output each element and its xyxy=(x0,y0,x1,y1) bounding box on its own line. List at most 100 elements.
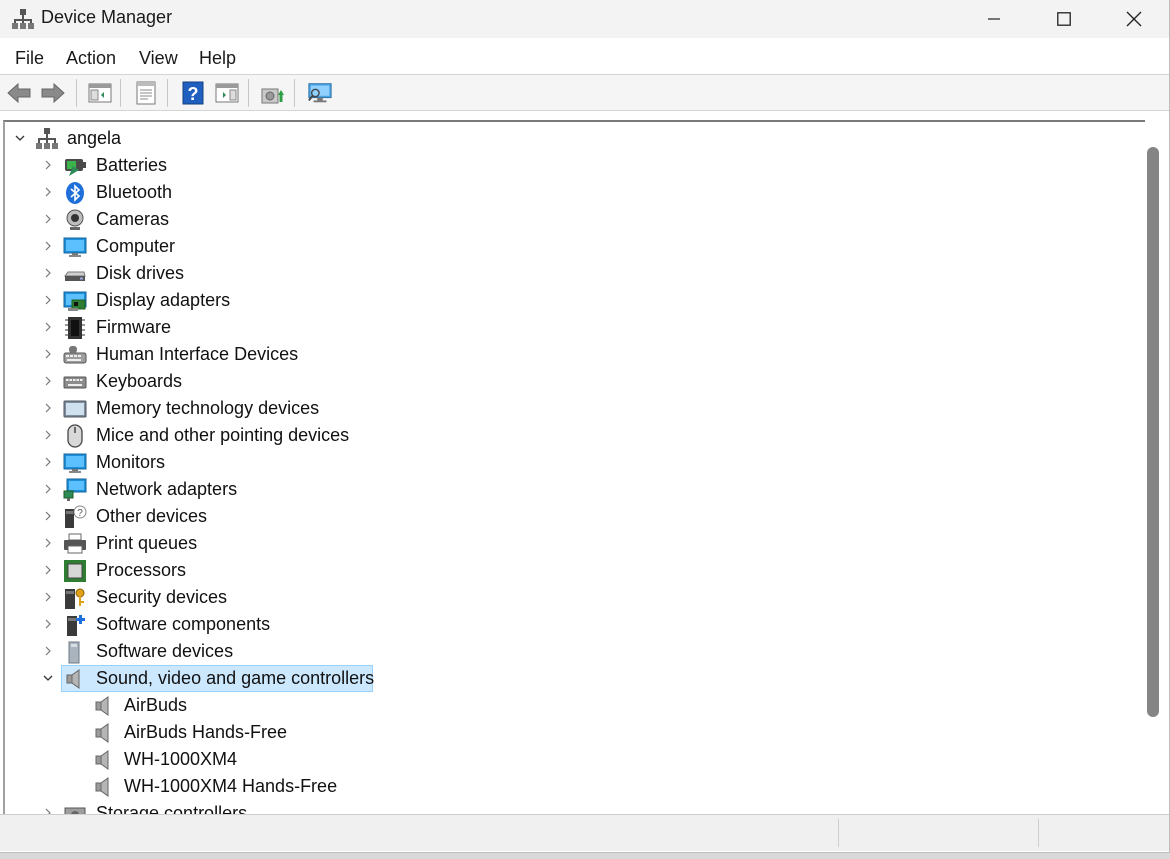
scrollbar-thumb[interactable] xyxy=(1147,147,1159,717)
tree-item-human-interface-devices[interactable]: Human Interface Devices xyxy=(5,341,1135,368)
tree-root-label: angela xyxy=(67,128,122,148)
chevron-right-icon[interactable] xyxy=(42,294,54,306)
show-hide-tree-icon xyxy=(88,83,112,103)
tree-item-label: Human Interface Devices xyxy=(96,344,299,364)
device-manager-app-icon xyxy=(12,9,34,29)
window-title: Device Manager xyxy=(41,7,173,27)
chevron-right-icon[interactable] xyxy=(42,402,54,414)
tree-item-label: Security devices xyxy=(96,587,228,607)
svg-text:?: ? xyxy=(188,84,199,104)
chevron-right-icon[interactable] xyxy=(42,456,54,468)
chevron-right-icon[interactable] xyxy=(42,564,54,576)
chevron-right-icon[interactable] xyxy=(42,645,54,657)
chevron-right-icon[interactable] xyxy=(42,348,54,360)
menu-file[interactable]: File xyxy=(15,48,44,69)
properties-button[interactable] xyxy=(133,80,159,106)
chevron-right-icon[interactable] xyxy=(42,618,54,630)
chevron-right-icon[interactable] xyxy=(42,483,54,495)
chevron-down-icon[interactable] xyxy=(14,132,26,144)
tree-item-label: Bluetooth xyxy=(96,182,173,202)
memory-icon xyxy=(63,400,87,418)
chevron-right-icon[interactable] xyxy=(42,375,54,387)
tree-item-label: Display adapters xyxy=(96,290,231,310)
tree-item-firmware[interactable]: Firmware xyxy=(5,314,1135,341)
status-divider xyxy=(838,819,839,847)
tree-item-software-devices[interactable]: Software devices xyxy=(5,638,1135,665)
help-button[interactable]: ? xyxy=(180,80,206,106)
update-driver-button[interactable] xyxy=(260,80,286,106)
computer-network-icon xyxy=(36,128,58,149)
tree-item-keyboards[interactable]: Keyboards xyxy=(5,368,1135,395)
menu-help[interactable]: Help xyxy=(199,48,236,69)
tree-child-airbuds-hands-free[interactable]: AirBuds Hands-Free xyxy=(5,719,1135,746)
back-arrow-icon xyxy=(7,82,31,104)
toolbar: ? xyxy=(0,75,1169,111)
display-adapter-icon xyxy=(63,291,87,311)
tree-item-disk-drives[interactable]: Disk drives xyxy=(5,260,1135,287)
disk-drive-icon xyxy=(64,271,86,281)
chevron-right-icon[interactable] xyxy=(42,807,54,814)
tree-root[interactable]: angela xyxy=(5,125,1135,152)
software-device-icon xyxy=(68,641,80,664)
chevron-down-icon[interactable] xyxy=(42,672,54,684)
scan-hardware-button[interactable] xyxy=(307,80,333,106)
tree-item-batteries[interactable]: Batteries xyxy=(5,152,1135,179)
minimize-icon xyxy=(988,18,1000,20)
forward-button[interactable] xyxy=(40,80,66,106)
tree-item-sound-video-game-controllers[interactable]: Sound, video and game controllers xyxy=(5,665,1135,692)
tree-item-computer[interactable]: Computer xyxy=(5,233,1135,260)
minimize-button[interactable] xyxy=(959,0,1029,38)
back-button[interactable] xyxy=(6,80,32,106)
maximize-button[interactable] xyxy=(1029,0,1099,38)
chevron-right-icon[interactable] xyxy=(42,240,54,252)
menu-action[interactable]: Action xyxy=(66,48,116,69)
toolbar-separator xyxy=(167,79,168,107)
tree-child-label: AirBuds Hands-Free xyxy=(124,722,288,742)
tree-item-label: Keyboards xyxy=(96,371,183,391)
scan-hardware-icon xyxy=(308,83,332,103)
tree-item-storage-controllers[interactable]: Storage controllers xyxy=(5,800,1135,814)
action-pane-button[interactable] xyxy=(214,80,240,106)
chevron-right-icon[interactable] xyxy=(42,510,54,522)
tree-item-memory-technology-devices[interactable]: Memory technology devices xyxy=(5,395,1135,422)
tree-item-mice[interactable]: Mice and other pointing devices xyxy=(5,422,1135,449)
tree-item-processors[interactable]: Processors xyxy=(5,557,1135,584)
tree-item-monitors[interactable]: Monitors xyxy=(5,449,1135,476)
chevron-right-icon[interactable] xyxy=(42,321,54,333)
menu-view[interactable]: View xyxy=(139,48,178,69)
tree-item-other-devices[interactable]: ? Other devices xyxy=(5,503,1135,530)
vertical-scrollbar[interactable] xyxy=(1145,120,1165,814)
chevron-right-icon[interactable] xyxy=(42,213,54,225)
status-divider xyxy=(1038,819,1039,847)
chevron-right-icon[interactable] xyxy=(42,159,54,171)
tree-child-airbuds[interactable]: AirBuds xyxy=(5,692,1135,719)
device-tree[interactable]: angela Batteries Bluetooth Cameras Compu… xyxy=(3,120,1145,814)
tree-item-cameras[interactable]: Cameras xyxy=(5,206,1135,233)
close-button[interactable] xyxy=(1099,0,1169,38)
tree-item-label: Computer xyxy=(96,236,176,256)
tree-item-label: Storage controllers xyxy=(96,803,248,814)
tree-item-label: Cameras xyxy=(96,209,170,229)
tree-child-wh-1000xm4-hands-free[interactable]: WH-1000XM4 Hands-Free xyxy=(5,773,1135,800)
keyboard-icon xyxy=(63,376,87,389)
tree-child-label: WH-1000XM4 Hands-Free xyxy=(124,776,338,796)
battery-icon xyxy=(65,159,86,176)
tree-item-bluetooth[interactable]: Bluetooth xyxy=(5,179,1135,206)
chevron-right-icon[interactable] xyxy=(42,267,54,279)
tree-child-wh-1000xm4[interactable]: WH-1000XM4 xyxy=(5,746,1135,773)
chevron-right-icon[interactable] xyxy=(42,537,54,549)
chevron-right-icon[interactable] xyxy=(42,429,54,441)
tree-item-print-queues[interactable]: Print queues xyxy=(5,530,1135,557)
tree-item-label: Firmware xyxy=(96,317,171,337)
chevron-right-icon[interactable] xyxy=(42,591,54,603)
tree-item-display-adapters[interactable]: Display adapters xyxy=(5,287,1135,314)
tree-item-network-adapters[interactable]: Network adapters xyxy=(5,476,1135,503)
show-hide-tree-button[interactable] xyxy=(87,80,113,106)
firmware-icon xyxy=(65,317,85,339)
status-bar xyxy=(0,814,1169,851)
chevron-right-icon[interactable] xyxy=(42,186,54,198)
hid-icon xyxy=(63,346,87,364)
tree-item-security-devices[interactable]: Security devices xyxy=(5,584,1135,611)
tree-item-software-components[interactable]: Software components xyxy=(5,611,1135,638)
other-device-icon: ? xyxy=(65,505,87,528)
